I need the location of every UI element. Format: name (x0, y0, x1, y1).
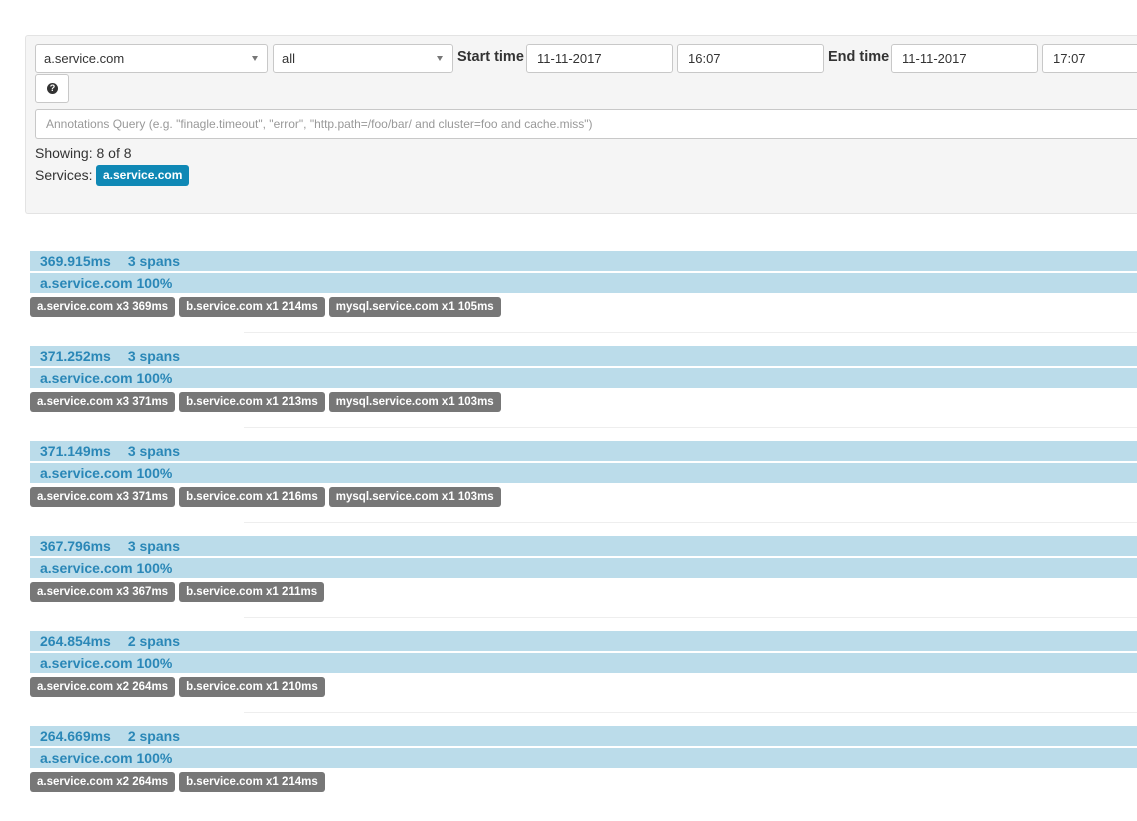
service-tag[interactable]: a.service.com x3 371ms (30, 392, 176, 412)
showing-count: Showing: 8 of 8 (35, 145, 132, 161)
service-tag[interactable]: b.service.com x1 210ms (179, 677, 325, 697)
service-tag[interactable]: a.service.com x2 264ms (30, 772, 176, 792)
trace-duration-bar[interactable]: 371.149ms 3 spans (30, 441, 1137, 461)
service-tag[interactable]: mysql.service.com x1 103ms (328, 487, 501, 507)
trace-service-tags: a.service.com x3 371ms b.service.com x1 2… (30, 487, 505, 507)
trace-duration-bar[interactable]: 371.252ms 3 spans (30, 346, 1137, 366)
end-date-input[interactable]: 11-11-2017 (891, 44, 1038, 73)
span-select-value: all (282, 51, 296, 66)
trace-span-count: 3 spans (127, 348, 180, 364)
trace-divider (244, 617, 1137, 618)
trace-duration-bar[interactable]: 369.915ms 3 spans (30, 251, 1137, 271)
service-tag[interactable]: a.service.com x3 367ms (30, 582, 176, 602)
trace-service-bar[interactable]: a.service.com 100% (30, 368, 1137, 388)
service-tag[interactable]: mysql.service.com x1 103ms (328, 392, 501, 412)
end-time-label: End time (828, 49, 890, 65)
service-tag[interactable]: b.service.com x1 216ms (179, 487, 325, 507)
trace-service-tags: a.service.com x3 369ms b.service.com x1 2… (30, 297, 505, 317)
trace-divider (244, 427, 1137, 428)
trace-row[interactable]: 371.252ms 3 spans a.service.com 100% a.se… (30, 346, 1137, 441)
trace-row[interactable]: 369.915ms 3 spans a.service.com 100% a.se… (30, 251, 1137, 346)
trace-duration: 369.915ms (40, 253, 111, 269)
trace-service-bar[interactable]: a.service.com 100% (30, 273, 1137, 293)
trace-span-count: 3 spans (127, 443, 180, 459)
service-tag[interactable]: a.service.com x3 369ms (30, 297, 176, 317)
trace-row[interactable]: 264.669ms 2 spans a.service.com 100% a.se… (30, 726, 1137, 821)
trace-row[interactable]: 264.854ms 2 spans a.service.com 100% a.se… (30, 631, 1137, 726)
service-select-value: a.service.com (44, 51, 125, 66)
service-tag[interactable]: a.service.com x3 371ms (30, 487, 176, 507)
trace-row[interactable]: 367.796ms 3 spans a.service.com 100% a.se… (30, 536, 1137, 631)
trace-span-count: 3 spans (127, 253, 180, 269)
start-time-input[interactable]: 16:07 (677, 44, 824, 73)
trace-duration: 367.796ms (40, 538, 111, 554)
trace-divider (244, 522, 1137, 523)
service-tag[interactable]: b.service.com x1 211ms (179, 582, 325, 602)
chevron-down-icon (252, 56, 258, 61)
trace-service-tags: a.service.com x3 371ms b.service.com x1 2… (30, 392, 505, 412)
trace-duration: 371.149ms (40, 443, 111, 459)
service-tag[interactable]: b.service.com x1 214ms (179, 297, 325, 317)
service-tag[interactable]: mysql.service.com x1 105ms (328, 297, 501, 317)
trace-divider (244, 332, 1137, 333)
trace-duration-bar[interactable]: 367.796ms 3 spans (30, 536, 1137, 556)
trace-span-count: 2 spans (127, 633, 180, 649)
trace-service-tags: a.service.com x2 264ms b.service.com x1 2… (30, 772, 329, 792)
trace-span-count: 3 spans (127, 538, 180, 554)
service-tag[interactable]: b.service.com x1 214ms (179, 772, 325, 792)
trace-service-bar[interactable]: a.service.com 100% (30, 653, 1137, 673)
start-date-input[interactable]: 11-11-2017 (526, 44, 673, 73)
service-filter-badge[interactable]: a.service.com (96, 165, 190, 186)
service-tag[interactable]: a.service.com x2 264ms (30, 677, 176, 697)
help-button[interactable]: ? (35, 74, 69, 103)
trace-service-bar[interactable]: a.service.com 100% (30, 558, 1137, 578)
trace-duration: 371.252ms (40, 348, 111, 364)
trace-service-bar[interactable]: a.service.com 100% (30, 463, 1137, 483)
trace-duration: 264.669ms (40, 728, 111, 744)
trace-span-count: 2 spans (127, 728, 180, 744)
question-circle-icon: ? (47, 83, 58, 94)
end-time-input[interactable]: 17:07 (1042, 44, 1137, 73)
trace-duration-bar[interactable]: 264.854ms 2 spans (30, 631, 1137, 651)
service-select[interactable]: a.service.com (35, 44, 268, 73)
annotations-query-input[interactable]: Annotations Query (e.g. "finagle.timeout… (35, 109, 1137, 139)
trace-list: 369.915ms 3 spans a.service.com 100% a.se… (30, 251, 1137, 821)
start-time-label: Start time (457, 49, 524, 65)
trace-row[interactable]: 371.149ms 3 spans a.service.com 100% a.se… (30, 441, 1137, 536)
service-tag[interactable]: b.service.com x1 213ms (179, 392, 325, 412)
trace-divider (244, 712, 1137, 713)
trace-service-bar[interactable]: a.service.com 100% (30, 748, 1137, 768)
chevron-down-icon (437, 56, 443, 61)
trace-service-tags: a.service.com x3 367ms b.service.com x1 2… (30, 582, 328, 602)
services-label: Services: (35, 167, 93, 183)
trace-duration-bar[interactable]: 264.669ms 2 spans (30, 726, 1137, 746)
trace-duration: 264.854ms (40, 633, 111, 649)
span-select[interactable]: all (273, 44, 453, 73)
trace-service-tags: a.service.com x2 264ms b.service.com x1 2… (30, 677, 329, 697)
